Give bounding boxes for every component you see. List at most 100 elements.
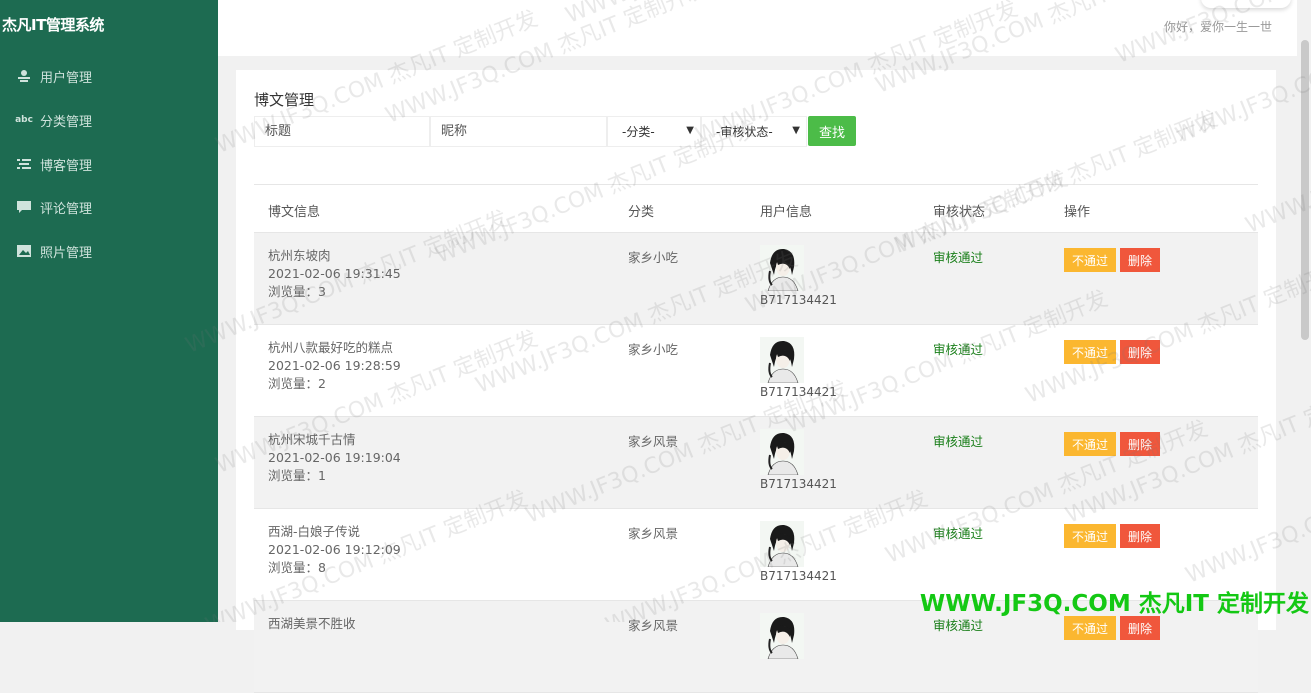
table-row: 西湖-白娘子传说 2021-02-06 19:12:09 浏览量：8 家乡风景 B717…	[254, 509, 1258, 601]
avatar	[760, 337, 804, 383]
column-header-actions: 操作	[1064, 205, 1091, 220]
avatar	[760, 245, 804, 291]
views-count: 2	[318, 376, 326, 391]
status-select[interactable]: -审核状态- ▼	[701, 116, 807, 147]
post-category: 家乡风景	[628, 434, 679, 449]
post-category: 家乡风景	[628, 526, 679, 541]
avatar	[760, 613, 804, 659]
post-title[interactable]: 杭州八款最好吃的糕点	[268, 339, 401, 357]
post-views: 浏览量：8	[268, 559, 401, 577]
views-count: 1	[318, 468, 326, 483]
column-header-category: 分类	[628, 205, 655, 220]
sidebar-item-users[interactable]: 用户管理	[16, 64, 92, 88]
post-category: 家乡小吃	[628, 342, 679, 357]
views-prefix: 浏览量：	[268, 560, 319, 575]
status-badge: 审核通过	[933, 618, 984, 633]
sidebar-item-label: 评论管理	[40, 201, 93, 217]
post-time: 2021-02-06 19:19:04	[268, 450, 401, 465]
post-views: 浏览量：3	[268, 283, 401, 301]
post-category: 家乡小吃	[628, 250, 679, 265]
chevron-down-icon: ▼	[792, 125, 800, 136]
post-title[interactable]: 西湖-白娘子传说	[268, 523, 401, 541]
title-search-input[interactable]	[254, 116, 430, 147]
header-bar: 你好，爱你一生一世	[218, 0, 1311, 56]
post-info: 杭州宋城千古情 2021-02-06 19:19:04 浏览量：1	[268, 431, 401, 485]
reject-button[interactable]: 不通过	[1064, 524, 1116, 548]
table-row: 西湖美景不胜收 家乡风景 审核通过 不通过 删除	[254, 601, 1258, 693]
sidebar-item-photos[interactable]: 照片管理	[16, 239, 92, 263]
image-icon	[16, 243, 32, 259]
avatar	[760, 521, 804, 567]
sidebar-item-comments[interactable]: 评论管理	[16, 195, 92, 219]
category-select-value: -分类-	[622, 125, 655, 139]
post-info: 西湖美景不胜收	[268, 615, 356, 633]
avatar	[760, 429, 804, 475]
post-time: 2021-02-06 19:12:09	[268, 542, 401, 557]
table-header: 博文信息 分类 用户信息 审核状态 操作	[254, 185, 1258, 233]
post-time: 2021-02-06 19:31:45	[268, 266, 401, 281]
table-row: 杭州八款最好吃的糕点 2021-02-06 19:28:59 浏览量：2 家乡小吃 B7…	[254, 325, 1258, 417]
views-prefix: 浏览量：	[268, 468, 319, 483]
delete-button[interactable]: 删除	[1120, 432, 1160, 456]
table-body: 杭州东坡肉 2021-02-06 19:31:45 浏览量：3 家乡小吃 B717134…	[254, 233, 1258, 693]
list-icon	[16, 156, 32, 172]
post-title[interactable]: 杭州东坡肉	[268, 247, 401, 265]
user-id: B717134421	[760, 293, 837, 307]
post-info: 杭州东坡肉 2021-02-06 19:31:45 浏览量：3	[268, 247, 401, 301]
reject-button[interactable]: 不通过	[1064, 616, 1116, 640]
views-prefix: 浏览量：	[268, 284, 319, 299]
column-header-info: 博文信息	[268, 205, 321, 220]
delete-button[interactable]: 删除	[1120, 340, 1160, 364]
reject-button[interactable]: 不通过	[1064, 248, 1116, 272]
status-badge: 审核通过	[933, 342, 984, 357]
user-greeting[interactable]: 你好，爱你一生一世	[1164, 18, 1272, 35]
sidebar-item-label: 照片管理	[40, 245, 93, 261]
user-id: B717134421	[760, 569, 837, 583]
sidebar-item-label: 用户管理	[40, 70, 93, 86]
category-select[interactable]: -分类- ▼	[607, 116, 701, 147]
delete-button[interactable]: 删除	[1120, 616, 1160, 640]
post-views: 浏览量：1	[268, 467, 401, 485]
table-row: 杭州宋城千古情 2021-02-06 19:19:04 浏览量：1 家乡风景 B7171…	[254, 417, 1258, 509]
post-title[interactable]: 西湖美景不胜收	[268, 615, 356, 633]
search-button[interactable]: 查找	[808, 116, 856, 146]
reject-button[interactable]: 不通过	[1064, 340, 1116, 364]
post-time: 2021-02-06 19:28:59	[268, 358, 401, 373]
user-id: B717134421	[760, 477, 837, 491]
comment-icon	[16, 199, 32, 215]
chevron-down-icon: ▼	[686, 125, 694, 136]
status-badge: 审核通过	[933, 250, 984, 265]
delete-button[interactable]: 删除	[1120, 524, 1160, 548]
column-header-status: 审核状态	[933, 205, 986, 220]
app-title: 杰凡IT管理系统	[2, 16, 104, 34]
abc-icon: abc	[15, 115, 33, 125]
scrollbar-thumb[interactable]	[1301, 40, 1309, 340]
status-badge: 审核通过	[933, 434, 984, 449]
column-header-user: 用户信息	[760, 205, 813, 220]
status-badge: 审核通过	[933, 526, 984, 541]
reject-button[interactable]: 不通过	[1064, 432, 1116, 456]
post-views: 浏览量：2	[268, 375, 401, 393]
sidebar-item-blogs[interactable]: 博客管理	[16, 152, 92, 176]
views-prefix: 浏览量：	[268, 376, 319, 391]
post-info: 西湖-白娘子传说 2021-02-06 19:12:09 浏览量：8	[268, 523, 401, 577]
nickname-search-input[interactable]	[430, 116, 607, 147]
delete-button[interactable]: 删除	[1120, 248, 1160, 272]
user-icon	[16, 68, 32, 84]
sidebar: 杰凡IT管理系统 用户管理 abc 分类管理 博客管理 评论管理 照片管理	[0, 0, 218, 622]
post-category: 家乡风景	[628, 618, 679, 633]
user-id: B717134421	[760, 385, 837, 399]
views-count: 8	[318, 560, 326, 575]
table-row: 杭州东坡肉 2021-02-06 19:31:45 浏览量：3 家乡小吃 B717134…	[254, 233, 1258, 325]
post-info: 杭州八款最好吃的糕点 2021-02-06 19:28:59 浏览量：2	[268, 339, 401, 393]
header-popover-edge	[1201, 0, 1291, 8]
scrollbar[interactable]	[1297, 0, 1311, 622]
sidebar-item-label: 分类管理	[40, 114, 93, 130]
blog-table: 博文信息 分类 用户信息 审核状态 操作 杭州东坡肉 2021-02-06 19:…	[254, 184, 1258, 693]
sidebar-item-categories[interactable]: abc 分类管理	[15, 108, 93, 132]
post-title[interactable]: 杭州宋城千古情	[268, 431, 401, 449]
page-title: 博文管理	[254, 91, 315, 109]
sidebar-item-label: 博客管理	[40, 158, 93, 174]
blog-management-panel: 博文管理 -分类- ▼ -审核状态- ▼ 查找 博文信息 分类 用户信息 审核状…	[236, 70, 1276, 693]
views-count: 3	[318, 284, 326, 299]
